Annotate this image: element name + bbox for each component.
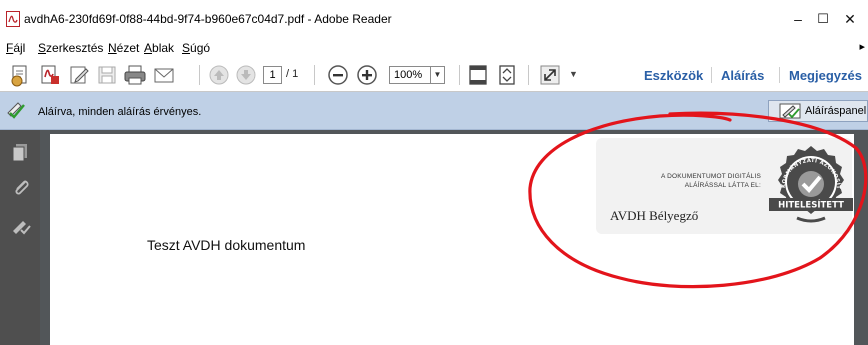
adobe-reader-icon	[6, 11, 20, 27]
comment-link[interactable]: Megjegyzés	[789, 68, 862, 83]
main-toolbar: 1 / 1 100% ▼ ▼ Eszközök Aláírás Megjegyz…	[0, 58, 868, 92]
close-button[interactable]: ✕	[830, 6, 868, 32]
next-page-icon[interactable]	[234, 63, 258, 87]
fit-page-icon[interactable]	[466, 63, 490, 87]
create-pdf-icon[interactable]	[8, 63, 32, 87]
menu-view[interactable]: Nézet	[108, 41, 139, 55]
zoom-in-icon[interactable]	[355, 63, 379, 87]
pages-icon[interactable]	[11, 142, 31, 162]
menu-overflow-icon[interactable]: ▸	[859, 40, 865, 53]
link-separator	[711, 67, 712, 83]
signature-valid-icon	[7, 102, 25, 119]
page-total: / 1	[286, 68, 299, 80]
fit-width-icon[interactable]	[495, 63, 519, 87]
link-separator	[779, 67, 780, 83]
navigation-panel	[0, 130, 40, 345]
fullscreen-icon[interactable]	[538, 63, 562, 87]
document-body-text: Teszt AVDH dokumentum	[147, 237, 306, 253]
edit-icon[interactable]	[67, 63, 91, 87]
red-annotation-circle	[528, 111, 868, 289]
email-icon[interactable]	[152, 63, 176, 87]
signatures-icon[interactable]	[11, 217, 31, 237]
convert-pdf-icon[interactable]	[38, 63, 62, 87]
page-number-input[interactable]: 1	[263, 66, 282, 84]
chevron-down-icon[interactable]: ▼	[430, 67, 444, 83]
toolbar-overflow-icon[interactable]: ▼	[569, 69, 578, 79]
menu-bar: Fájl Szerkesztés Nézet Ablak Súgó ▸	[0, 38, 868, 58]
signature-status-text: Aláírva, minden aláírás érvényes.	[38, 106, 202, 118]
menu-help[interactable]: Súgó	[182, 41, 210, 55]
window-title: avdhA6-230fd69f-0f88-44bd-9f74-b960e67c0…	[24, 12, 392, 26]
zoom-out-icon[interactable]	[326, 63, 350, 87]
zoom-value: 100%	[394, 69, 423, 81]
toolbar-separator	[459, 65, 460, 85]
print-icon[interactable]	[123, 63, 147, 87]
sign-link[interactable]: Aláírás	[721, 68, 764, 83]
title-bar: avdhA6-230fd69f-0f88-44bd-9f74-b960e67c0…	[0, 0, 868, 38]
save-icon[interactable]	[95, 63, 119, 87]
previous-page-icon[interactable]	[207, 63, 231, 87]
zoom-dropdown[interactable]: 100% ▼	[389, 66, 445, 84]
menu-edit[interactable]: Szerkesztés	[38, 41, 103, 55]
toolbar-separator	[528, 65, 529, 85]
toolbar-separator	[199, 65, 200, 85]
toolbar-separator	[314, 65, 315, 85]
attachments-icon[interactable]	[11, 177, 31, 197]
menu-file[interactable]: Fájl	[6, 41, 25, 55]
tools-link[interactable]: Eszközök	[644, 68, 703, 83]
menu-window[interactable]: Ablak	[144, 41, 174, 55]
